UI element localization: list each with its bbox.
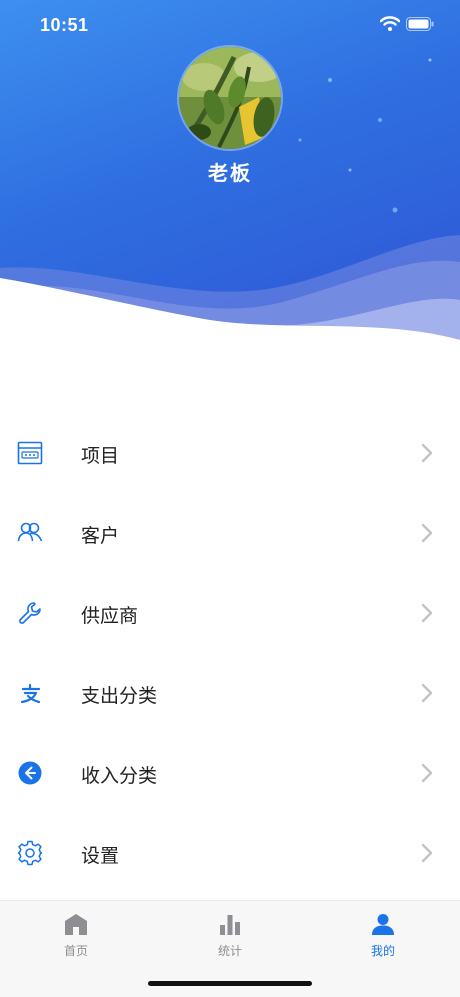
bar-chart-icon xyxy=(220,915,240,935)
customers-icon xyxy=(17,522,43,542)
chevron-right-icon xyxy=(421,683,433,703)
battery-icon xyxy=(406,17,434,31)
menu-item-settings[interactable]: 设置 xyxy=(0,813,460,893)
user-icon xyxy=(372,914,394,935)
tab-label-statistics: 统计 xyxy=(217,944,242,958)
income-arrow-icon xyxy=(18,761,42,785)
home-indicator xyxy=(148,981,312,986)
chevron-right-icon xyxy=(421,523,433,543)
tab-label-mine: 我的 xyxy=(370,944,395,958)
tab-label-home: 首页 xyxy=(63,944,88,958)
tab-statistics[interactable]: 统计 xyxy=(180,913,280,959)
avatar[interactable] xyxy=(177,45,283,151)
expense-icon xyxy=(20,683,41,704)
menu-list: 项目 客户 供应商 支出分类 收入分类 设置 xyxy=(0,413,460,893)
tab-home[interactable]: 首页 xyxy=(26,913,126,959)
menu-label-income-category: 收入分类 xyxy=(81,766,158,787)
chevron-right-icon xyxy=(421,443,433,463)
chevron-right-icon xyxy=(421,603,433,623)
status-bar: 10:51 xyxy=(0,0,460,50)
menu-label-project: 项目 xyxy=(81,446,120,467)
wifi-icon xyxy=(380,16,400,31)
menu-item-project[interactable]: 项目 xyxy=(0,413,460,493)
gear-icon xyxy=(17,840,43,866)
profile-header: 10:51 老板 xyxy=(0,0,460,340)
menu-label-expense-category: 支出分类 xyxy=(81,686,158,707)
wrench-icon xyxy=(19,602,41,624)
menu-label-suppliers: 供应商 xyxy=(81,606,139,627)
chevron-right-icon xyxy=(421,843,433,863)
profile-name: 老板 xyxy=(208,163,252,185)
menu-item-customers[interactable]: 客户 xyxy=(0,493,460,573)
menu-label-customers: 客户 xyxy=(81,526,120,547)
status-time: 10:51 xyxy=(40,15,89,35)
menu-item-expense-category[interactable]: 支出分类 xyxy=(0,653,460,733)
menu-label-settings: 设置 xyxy=(81,846,120,867)
project-icon xyxy=(17,441,43,465)
home-icon xyxy=(65,914,87,935)
menu-item-income-category[interactable]: 收入分类 xyxy=(0,733,460,813)
chevron-right-icon xyxy=(421,763,433,783)
tab-mine[interactable]: 我的 xyxy=(333,913,433,959)
menu-item-suppliers[interactable]: 供应商 xyxy=(0,573,460,653)
avatar-image xyxy=(179,47,281,149)
